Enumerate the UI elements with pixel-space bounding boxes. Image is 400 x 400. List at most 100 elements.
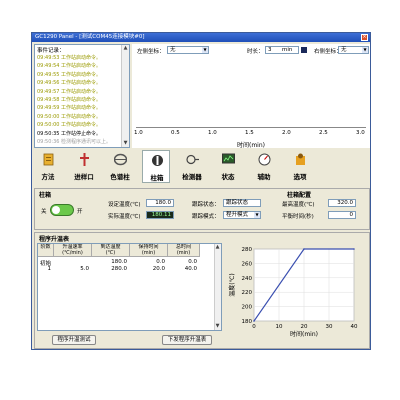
program-chart: 0 10 20 30 40 180 200 220 240 260 280 时间(min) 温度(℃) [228, 241, 366, 345]
tab-options-label: 选项 [293, 173, 307, 181]
y-tick-label: 220 [242, 290, 253, 296]
table-cell-rate: 5.0 [80, 266, 89, 272]
save-icon[interactable] [301, 47, 307, 53]
log-line: 09:49:57 工作站启动命令。 [37, 88, 102, 95]
gc-panel-window: GC1290 Panel - [测试COM45连接模块#0] × 事件记录： 0… [31, 32, 371, 350]
close-icon[interactable]: × [361, 34, 368, 41]
chevron-down-icon: ▼ [202, 47, 208, 53]
monitor-icon [222, 153, 235, 164]
y-tick-label: 280 [242, 247, 253, 253]
scroll-up-icon[interactable]: ▲ [215, 245, 220, 250]
oven-section-title: 柱箱 [39, 192, 52, 199]
tab-method[interactable]: 方法 [34, 150, 62, 183]
tab-oven-label: 柱箱 [150, 174, 164, 182]
program-table-header: 阶数 [38, 244, 54, 257]
download-program-button[interactable]: 下发程序升温表 [162, 335, 212, 345]
tab-method-label: 方法 [41, 173, 55, 181]
tab-injector-label: 进样口 [74, 173, 94, 181]
switch-off-label: 关 [41, 209, 47, 215]
tab-status-label: 状态 [221, 173, 235, 181]
options-icon [296, 153, 305, 165]
realtime-chart-xlabel: 时间(min) [237, 142, 265, 149]
chevron-down-icon: ▼ [362, 47, 368, 53]
log-line: 09:50:00 工作站启动命令。 [37, 113, 102, 120]
toggle-knob [52, 206, 60, 214]
balance-time-input[interactable]: 0 [328, 211, 356, 219]
trace-status-display: 跟踪状态 [223, 199, 261, 207]
x-tick-label: 20 [301, 324, 308, 330]
log-line: 09:49:59 工作站启动命令。 [37, 105, 102, 112]
left-axis-select[interactable]: 无 ▼ [167, 46, 209, 54]
duration-input[interactable]: 3 min [265, 46, 299, 54]
realtime-chart-tick: 2.0 [282, 130, 291, 136]
realtime-chart-axis [136, 127, 366, 128]
tab-injector[interactable]: 进样口 [70, 150, 98, 183]
tab-column[interactable]: 色谱柱 [106, 150, 134, 183]
scroll-down-icon[interactable]: ▼ [123, 141, 128, 146]
log-line: 09:50:00 工作站启动命令。 [37, 122, 102, 129]
set-temp-label: 设定温度(℃) [108, 202, 141, 208]
data-point [303, 248, 305, 250]
switch-on-label: 开 [77, 209, 83, 215]
program-table-header: 到达温度 (℃) [92, 244, 130, 257]
right-axis-value: 无 [341, 47, 347, 53]
x-tick-label: 10 [276, 324, 283, 330]
x-tick-label: 0 [252, 324, 256, 330]
document-icon [43, 153, 54, 166]
table-cell-total: 40.0 [184, 266, 197, 272]
table-cell-temp: 180.0 [111, 259, 127, 265]
gauge-icon [258, 153, 271, 166]
tab-status[interactable]: 状态 [214, 150, 242, 183]
tab-auxiliary-label: 辅助 [257, 173, 271, 181]
program-test-button[interactable]: 程序升温测试 [52, 335, 96, 345]
trace-mode-select[interactable]: 程升模式 ▼ [223, 211, 261, 219]
oven-section: 柱箱 关 开 设定温度(℃) 180.0 实际温度(℃) 180.11 跟踪状态… [34, 188, 370, 230]
duration-unit: min [282, 47, 293, 53]
left-axis-label: 左侧坐标： [137, 49, 165, 55]
actual-temp-display: 180.11 [146, 211, 174, 219]
log-line: 09:49:53 工作站启动命令。 [37, 55, 102, 61]
log-line: 09:49:54 工作站启动命令。 [37, 63, 102, 70]
tab-column-label: 色谱柱 [110, 173, 130, 181]
right-axis-select[interactable]: 无 ▼ [338, 46, 369, 54]
y-tick-label: 240 [242, 276, 253, 282]
program-table-header: 保持时间 (min) [130, 244, 168, 257]
max-temp-input[interactable]: 320.0 [328, 199, 356, 207]
log-line: 09:50:36 检测程序通讯可以上。 [37, 139, 112, 145]
log-line: 09:49:55 工作站启动命令。 [37, 71, 102, 78]
set-temp-input[interactable]: 180.0 [146, 199, 174, 207]
realtime-chart-tick: 3.0 [356, 130, 365, 136]
table-cell-stage: 1 [47, 266, 52, 272]
scroll-up-icon[interactable]: ▲ [123, 46, 128, 51]
table-cell-hold: 20.0 [152, 266, 165, 272]
tab-options[interactable]: 选项 [286, 150, 314, 183]
event-log-scrollbar[interactable]: ▲ ▼ [121, 45, 129, 147]
x-tick-label: 40 [351, 324, 358, 330]
table-cell-temp: 280.0 [111, 266, 127, 272]
log-line: 09:50:35 工作站停止命令。 [37, 130, 102, 137]
balance-time-label: 平衡时间(秒) [282, 214, 314, 220]
program-table-scrollbar[interactable]: ▲ ▼ [214, 244, 221, 330]
tab-oven[interactable]: 柱箱 [142, 150, 170, 183]
duration-label: 时长： [247, 49, 264, 55]
trace-status-label: 跟踪状态： [192, 202, 220, 208]
detector-icon [186, 154, 199, 165]
realtime-chart-tick: 0.5 [171, 130, 180, 136]
actual-temp-label: 实际温度(℃) [108, 214, 141, 220]
tab-detector-label: 检测器 [182, 173, 202, 181]
realtime-chart-tick: 1.0 [134, 130, 143, 136]
oven-config-title: 柱箱配置 [287, 192, 312, 199]
tab-detector[interactable]: 检测器 [178, 150, 206, 183]
realtime-chart-tick: 2.5 [319, 130, 328, 136]
scroll-down-icon[interactable]: ▼ [215, 324, 220, 329]
event-log: 事件记录： 09:49:53 工作站启动命令。 09:49:54 工作站启动命令。… [34, 44, 130, 148]
realtime-chart-tick: 1.0 [208, 130, 217, 136]
program-table[interactable]: 阶数 升温速率 (℃/min) 到达温度 (℃) 保持时间 (min) 总时间 (min… [37, 243, 222, 331]
chevron-down-icon: ▼ [254, 212, 260, 218]
injector-icon [80, 153, 89, 166]
tab-auxiliary[interactable]: 辅助 [250, 150, 278, 183]
y-tick-label: 260 [242, 261, 253, 267]
y-tick-label: 180 [242, 319, 253, 325]
oven-power-toggle[interactable] [50, 204, 74, 216]
window-title: GC1290 Panel - [测试COM45连接模块#0] [35, 34, 145, 40]
